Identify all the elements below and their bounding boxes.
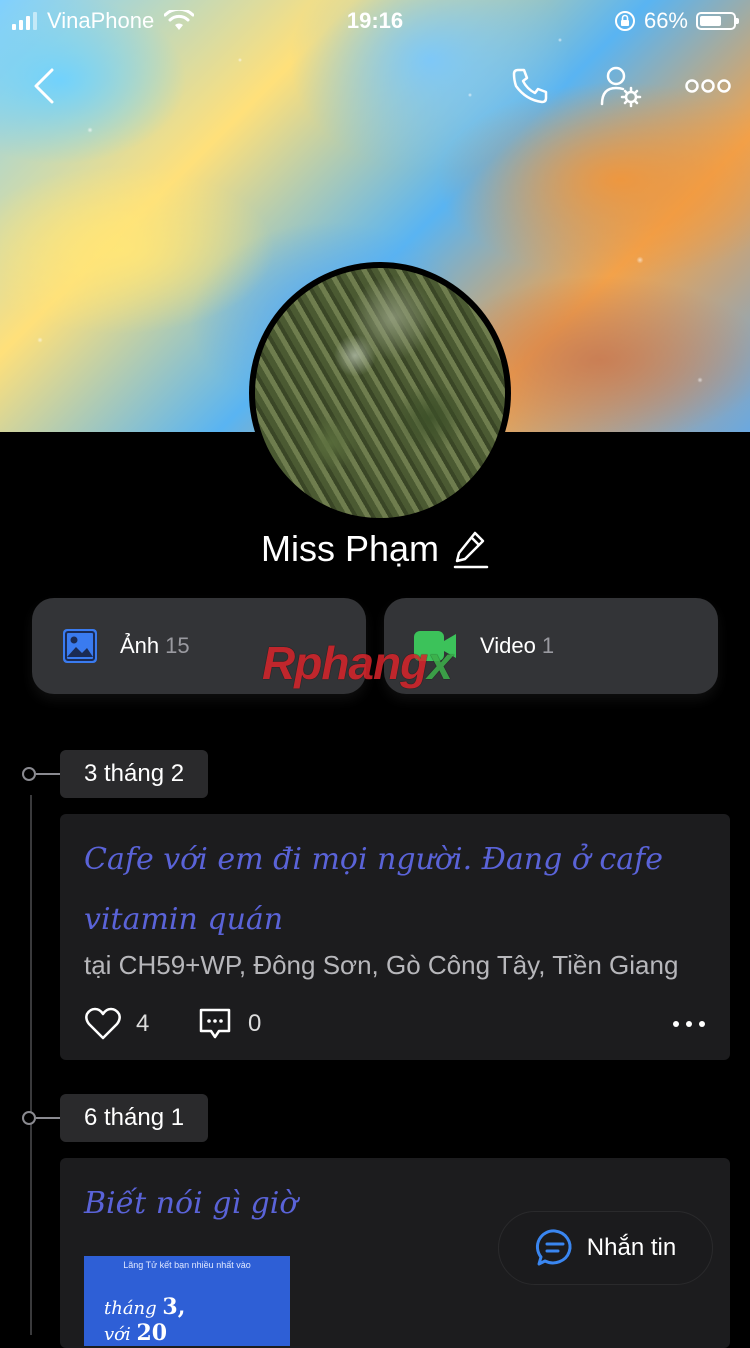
image-icon (63, 629, 97, 663)
profile-settings-button[interactable] (596, 62, 644, 110)
photos-count: 15 (165, 633, 190, 658)
watermark-logo: Rphangx (262, 636, 453, 690)
like-count: 4 (136, 1010, 150, 1037)
status-right: 66% (614, 8, 739, 34)
post-card[interactable]: Cafe với em đi mọi người. Đang ở cafe vi… (60, 814, 730, 1060)
message-button[interactable]: Nhắn tin (498, 1211, 713, 1285)
post-date-chip: 6 tháng 1 (60, 1094, 209, 1142)
videos-label-wrap: Video 1 (480, 633, 554, 659)
more-options-button[interactable] (682, 62, 734, 110)
timeline-connector (36, 1117, 60, 1119)
edit-icon[interactable] (453, 529, 489, 569)
profile-name-row: Miss Phạm (0, 528, 750, 570)
post-image-text: tháng 3, với 20 (104, 1294, 185, 1346)
post-image-word-2: với (104, 1324, 131, 1345)
watermark-text-1: Rphang (262, 637, 428, 689)
post-text: Cafe với em đi mọi người. Đang ở cafe vi… (84, 842, 663, 937)
chat-bubble-icon (535, 1229, 572, 1266)
photos-label: Ảnh (120, 633, 160, 658)
photos-label-wrap: Ảnh 15 (120, 633, 190, 659)
message-button-label: Nhắn tin (586, 1234, 677, 1261)
timeline-dot (22, 767, 36, 781)
more-icon (685, 79, 731, 93)
post-image-number-2: 20 (136, 1320, 168, 1346)
post-image[interactable]: Lãng Tử kết bạn nhiều nhất vào tháng 3, … (84, 1256, 290, 1346)
battery-percent: 66% (643, 8, 688, 33)
avatar[interactable] (249, 262, 511, 524)
timeline-line (30, 795, 32, 1335)
timeline-dot (22, 1111, 36, 1125)
battery-icon (696, 12, 739, 30)
post-date-chip: 3 tháng 2 (60, 750, 209, 798)
phone-icon (512, 68, 548, 104)
back-icon (34, 68, 54, 104)
timeline-connector (36, 773, 60, 775)
post-actions: 4 0 (60, 989, 730, 1059)
comment-count: 0 (248, 1010, 262, 1037)
user-settings-icon (600, 66, 642, 108)
watermark-text-2: x (427, 637, 453, 689)
post-image-word-1: tháng (104, 1298, 157, 1319)
comment-icon[interactable] (198, 1007, 232, 1041)
videos-label: Video (480, 633, 536, 658)
avatar-image (255, 268, 505, 518)
post-location[interactable]: tại CH59+WP, Đông Sơn, Gò Công Tây, Tiền… (60, 950, 730, 981)
more-icon[interactable] (672, 1019, 706, 1029)
post-image-number-1: 3, (162, 1294, 186, 1320)
heart-icon[interactable] (84, 1007, 122, 1041)
back-button[interactable] (20, 62, 68, 110)
profile-name: Miss Phạm (260, 528, 440, 569)
post-image-caption: Lãng Tử kết bạn nhiều nhất vào (123, 1260, 251, 1270)
orientation-lock-icon (614, 11, 635, 31)
call-button[interactable] (506, 62, 554, 110)
videos-count: 1 (541, 633, 555, 658)
status-bar: VinaPhone 19:16 66% (0, 0, 750, 40)
